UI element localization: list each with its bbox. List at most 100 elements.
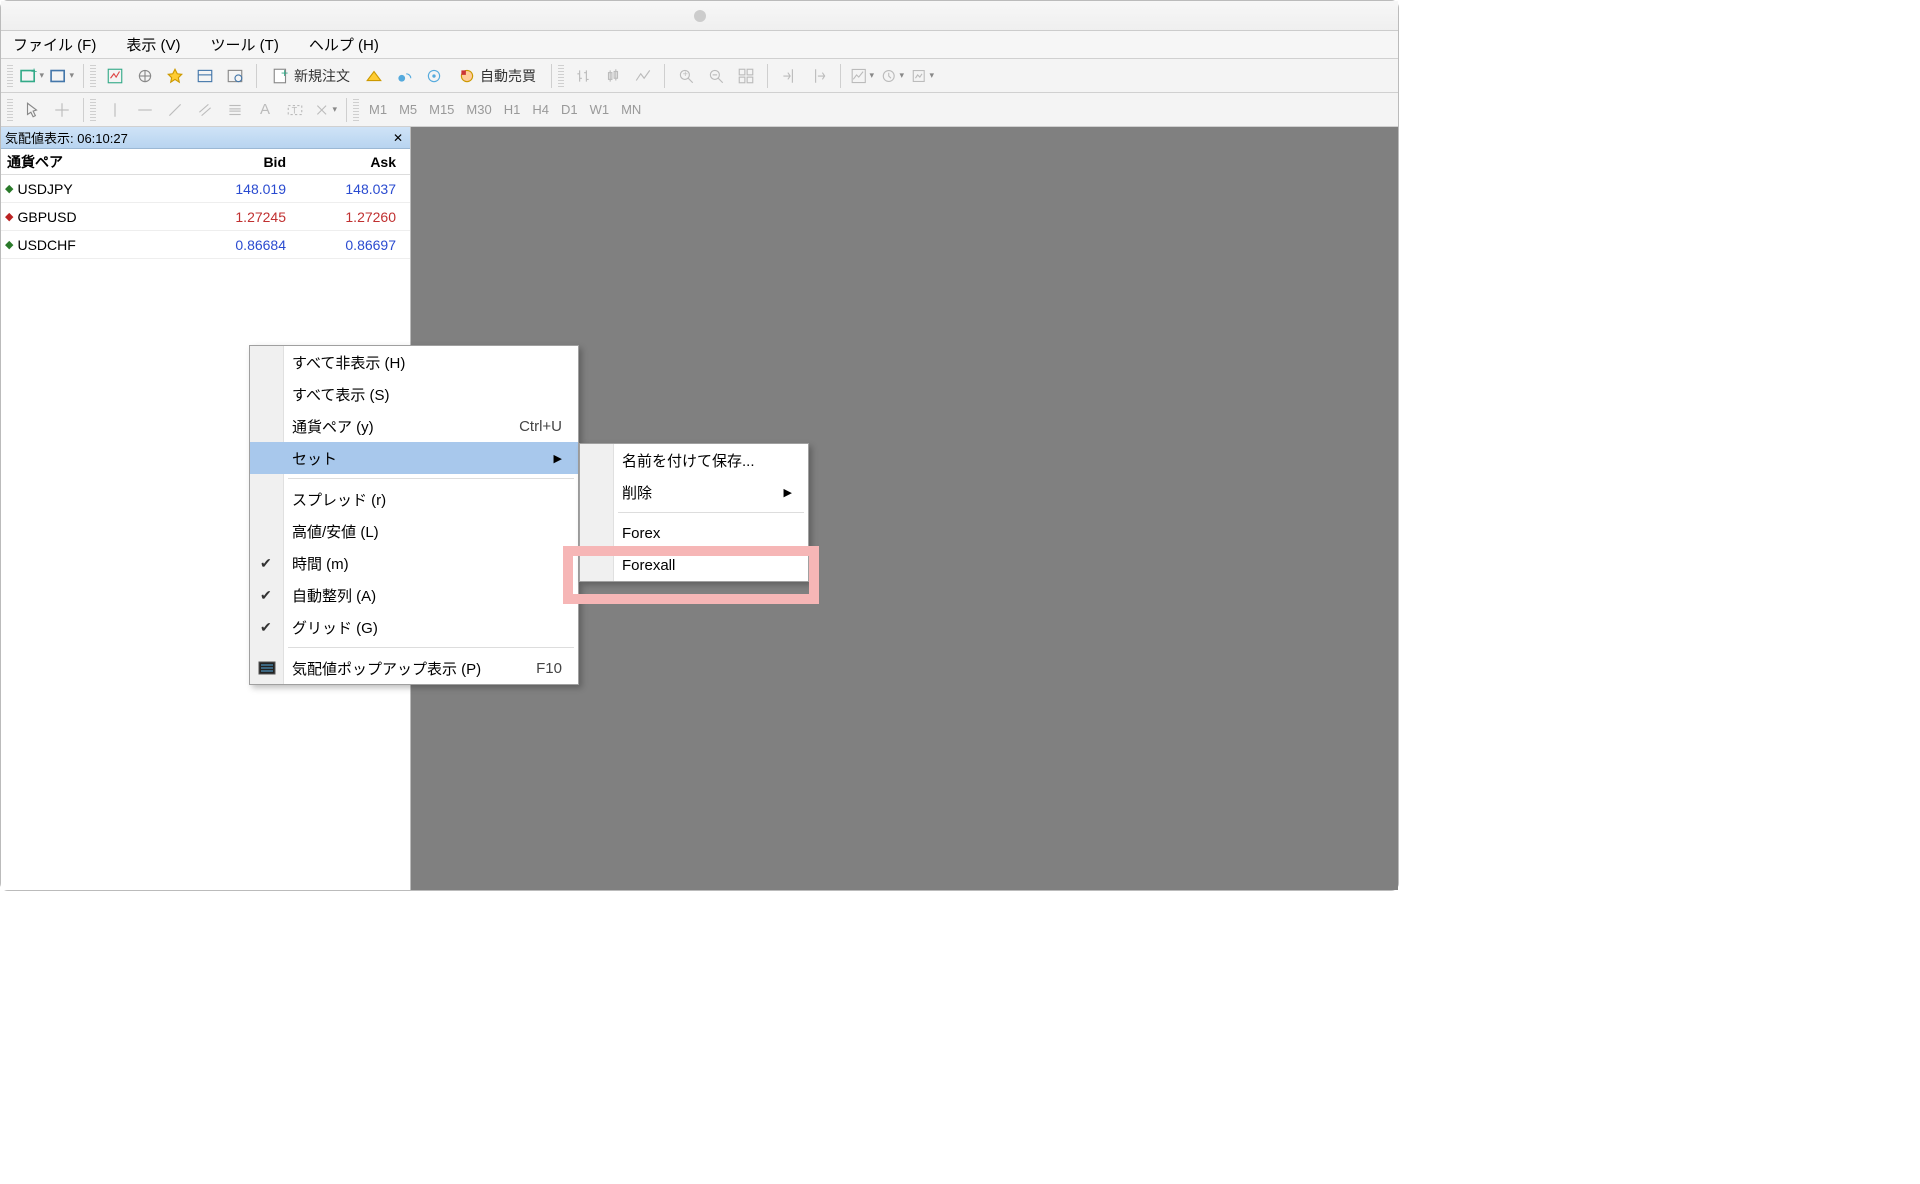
toolbar-grip-icon <box>7 99 13 121</box>
strategy-tester-button[interactable] <box>222 63 248 89</box>
timeframe-mn[interactable]: MN <box>615 102 647 117</box>
menu-help[interactable]: ヘルプ (H) <box>303 32 385 57</box>
ask-price: 1.27260 <box>300 209 410 225</box>
check-icon: ✔ <box>260 619 272 636</box>
bar-chart-button[interactable] <box>570 63 596 89</box>
bid-price: 0.86684 <box>190 237 300 253</box>
menu-delete[interactable]: 削除▶ <box>580 476 808 508</box>
timeframe-m30[interactable]: M30 <box>460 102 497 117</box>
check-icon: ✔ <box>260 555 272 572</box>
popup-icon <box>258 661 276 675</box>
timeframe-w1[interactable]: W1 <box>584 102 616 117</box>
menu-hide-all[interactable]: すべて非表示 (H) <box>250 346 578 378</box>
templates-button[interactable] <box>909 63 935 89</box>
context-menu-marketwatch: すべて非表示 (H) すべて表示 (S) 通貨ペア (y)Ctrl+U セット▶… <box>249 345 579 685</box>
shift-chart-button[interactable] <box>776 63 802 89</box>
panel-title-text: 気配値表示: 06:10:27 <box>5 128 128 147</box>
menu-forexall[interactable]: Forexall <box>580 549 808 581</box>
arrow-up-icon: ◆ <box>5 182 13 195</box>
metaquotes-button[interactable] <box>361 63 387 89</box>
indicators-button[interactable] <box>849 63 875 89</box>
menu-show-all[interactable]: すべて表示 (S) <box>250 378 578 410</box>
data-window-button[interactable] <box>132 63 158 89</box>
vertical-line-button[interactable] <box>102 97 128 123</box>
cursor-button[interactable] <box>19 97 45 123</box>
arrow-down-icon: ◆ <box>5 210 13 223</box>
tile-windows-button[interactable] <box>733 63 759 89</box>
panel-titlebar[interactable]: 気配値表示: 06:10:27 ✕ <box>1 127 410 149</box>
timeframe-m15[interactable]: M15 <box>423 102 460 117</box>
new-chart-button[interactable]: + <box>19 63 45 89</box>
window-titlebar <box>1 1 1398 31</box>
toolbar-grip-icon <box>90 99 96 121</box>
menu-spread[interactable]: スプレッド (r) <box>250 483 578 515</box>
timeframe-m1[interactable]: M1 <box>363 102 393 117</box>
toolbar-grip-icon <box>7 65 13 87</box>
market-watch-row[interactable]: ◆ GBPUSD 1.272451.27260 <box>1 203 410 231</box>
fibonacci-button[interactable] <box>222 97 248 123</box>
toolbar-grip-icon <box>558 65 564 87</box>
market-watch-button[interactable] <box>102 63 128 89</box>
menu-view[interactable]: 表示 (V) <box>120 32 186 57</box>
menu-autoarrange[interactable]: ✔自動整列 (A) <box>250 579 578 611</box>
symbol-name: USDCHF <box>17 237 75 253</box>
column-symbol[interactable]: 通貨ペア <box>1 152 190 172</box>
menu-forex[interactable]: Forex <box>580 517 808 549</box>
profiles-button[interactable] <box>49 63 75 89</box>
periodicity-button[interactable] <box>879 63 905 89</box>
navigator-button[interactable] <box>162 63 188 89</box>
menu-symbols[interactable]: 通貨ペア (y)Ctrl+U <box>250 410 578 442</box>
toolbar-grip-icon <box>353 99 359 121</box>
text-button[interactable]: A <box>252 97 278 123</box>
svg-text:+: + <box>683 69 688 79</box>
check-icon: ✔ <box>260 587 272 604</box>
zoom-in-button[interactable]: + <box>673 63 699 89</box>
symbol-name: USDJPY <box>17 181 72 197</box>
titlebar-dot <box>694 10 706 22</box>
menu-popup-prices[interactable]: 気配値ポップアップ表示 (P)F10 <box>250 652 578 684</box>
candlestick-button[interactable] <box>600 63 626 89</box>
trendline-button[interactable] <box>162 97 188 123</box>
menu-highlow[interactable]: 高値/安値 (L) <box>250 515 578 547</box>
horizontal-line-button[interactable] <box>132 97 158 123</box>
toolbar-grip-icon <box>90 65 96 87</box>
menu-grid[interactable]: ✔グリッド (G) <box>250 611 578 643</box>
svg-text:+: + <box>281 67 288 80</box>
vps-button[interactable] <box>421 63 447 89</box>
context-submenu-set: 名前を付けて保存... 削除▶ Forex Forexall <box>579 443 809 582</box>
menu-set[interactable]: セット▶ <box>250 442 578 474</box>
objects-button[interactable] <box>312 97 338 123</box>
autoscroll-button[interactable] <box>806 63 832 89</box>
line-chart-button[interactable] <box>630 63 656 89</box>
menu-save-as[interactable]: 名前を付けて保存... <box>580 444 808 476</box>
bid-price: 148.019 <box>190 181 300 197</box>
signals-button[interactable] <box>391 63 417 89</box>
column-ask[interactable]: Ask <box>300 154 410 170</box>
menubar: ファイル (F) 表示 (V) ツール (T) ヘルプ (H) <box>1 31 1398 59</box>
new-order-button[interactable]: +新規注文 <box>265 63 357 89</box>
terminal-button[interactable] <box>192 63 218 89</box>
timeframe-m5[interactable]: M5 <box>393 102 423 117</box>
close-icon[interactable]: ✕ <box>390 130 406 146</box>
bid-price: 1.27245 <box>190 209 300 225</box>
toolbar-drawing: A T M1M5M15M30H1H4D1W1MN <box>1 93 1398 127</box>
menu-tools[interactable]: ツール (T) <box>205 32 285 57</box>
timeframe-d1[interactable]: D1 <box>555 102 584 117</box>
symbol-name: GBPUSD <box>17 209 76 225</box>
svg-text:T: T <box>292 105 298 115</box>
ask-price: 148.037 <box>300 181 410 197</box>
zoom-out-button[interactable] <box>703 63 729 89</box>
market-watch-row[interactable]: ◆USDCHF0.866840.86697 <box>1 231 410 259</box>
column-bid[interactable]: Bid <box>190 154 300 170</box>
crosshair-button[interactable] <box>49 97 75 123</box>
menu-file[interactable]: ファイル (F) <box>7 32 102 57</box>
timeframe-h4[interactable]: H4 <box>526 102 555 117</box>
toolbar-main: + +新規注文 自動売買 + <box>1 59 1398 93</box>
text-label-button[interactable]: T <box>282 97 308 123</box>
market-watch-header: 通貨ペア Bid Ask <box>1 149 410 175</box>
equidistant-channel-button[interactable] <box>192 97 218 123</box>
timeframe-h1[interactable]: H1 <box>498 102 527 117</box>
menu-time[interactable]: ✔時間 (m) <box>250 547 578 579</box>
market-watch-row[interactable]: ◆ USDJPY 148.019148.037 <box>1 175 410 203</box>
autotrade-button[interactable]: 自動売買 <box>451 63 543 89</box>
